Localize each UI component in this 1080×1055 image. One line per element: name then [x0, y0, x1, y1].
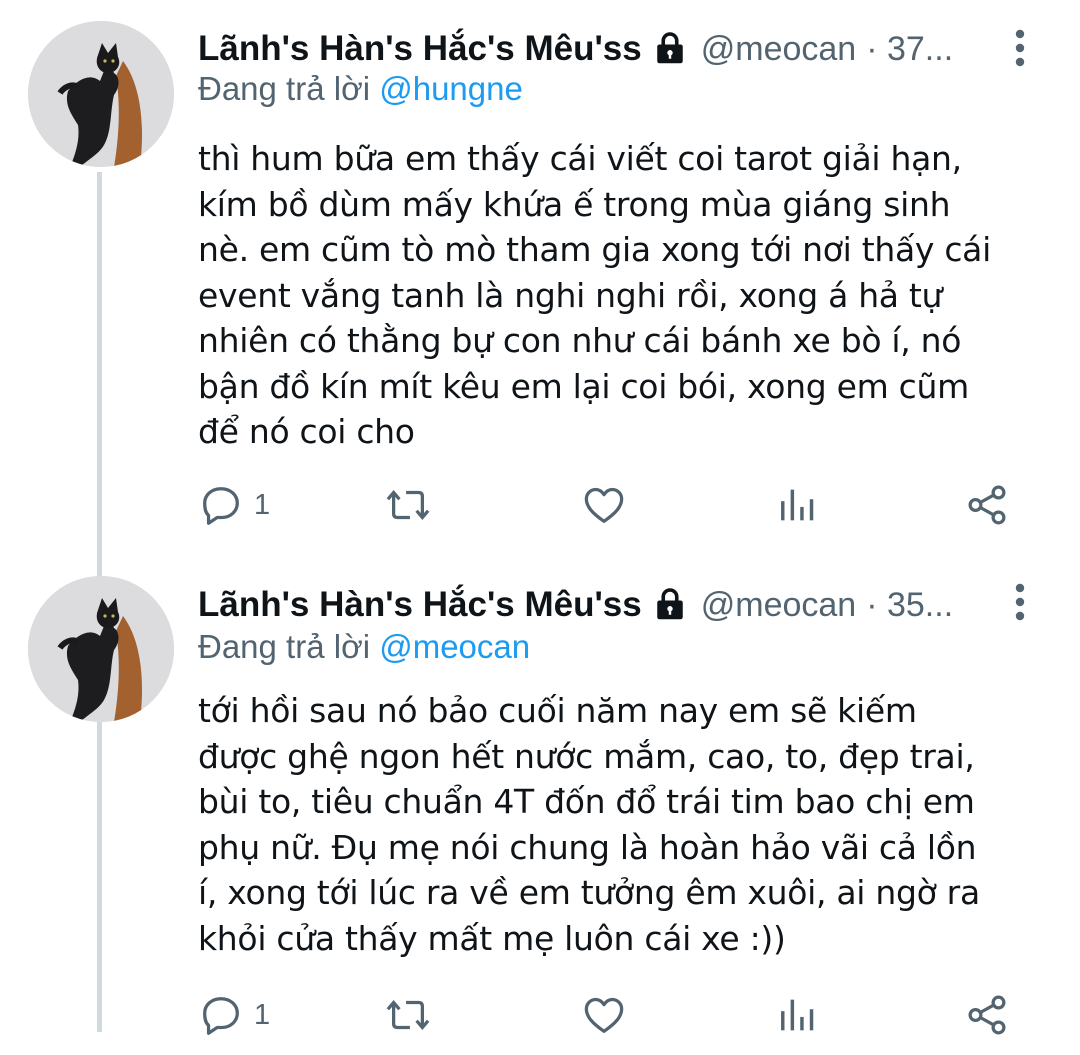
reply-count: 1 [254, 488, 271, 521]
tweet[interactable]: Lãnh's Hàn's Hắc's Mêu'ss @meocan · 35..… [0, 560, 1080, 1055]
replying-to: Đang trả lời @hungne [198, 70, 523, 108]
reply-icon [203, 487, 239, 525]
timestamp[interactable]: · 35... [866, 586, 953, 625]
avatar[interactable] [28, 576, 174, 722]
replying-to-mention[interactable]: @meocan [379, 628, 530, 665]
username-handle[interactable]: @meocan [701, 586, 856, 625]
tweet[interactable]: Lãnh's Hàn's Hắc's Mêu'ss @meocan · 37..… [0, 0, 1080, 560]
retweet-icon [386, 490, 430, 520]
tweet-action-bar: 1 [198, 480, 1028, 530]
like-button[interactable] [581, 480, 627, 530]
reply-button[interactable]: 1 [198, 480, 270, 530]
avatar[interactable] [28, 21, 174, 167]
retweet-button[interactable] [385, 990, 431, 1040]
heart-icon [584, 487, 624, 523]
cat-photo-image [28, 576, 174, 722]
retweet-button[interactable] [385, 480, 431, 530]
display-name[interactable]: Lãnh's Hàn's Hắc's Mêu'ss [198, 585, 642, 625]
more-vertical-icon[interactable] [1005, 582, 1035, 622]
replying-to: Đang trả lời @meocan [198, 628, 530, 666]
views-button[interactable] [773, 480, 819, 530]
lock-icon [656, 32, 683, 64]
username-handle[interactable]: @meocan [701, 30, 856, 69]
replying-to-mention[interactable]: @hungne [379, 70, 523, 107]
like-button[interactable] [581, 990, 627, 1040]
reply-count: 1 [254, 998, 271, 1031]
analytics-icon [781, 999, 814, 1031]
tweet-text: tới hồi sau nó bảo cuối năm nay em sẽ ki… [198, 691, 980, 958]
cat-photo-image [28, 21, 174, 167]
retweet-icon [386, 1000, 430, 1030]
analytics-icon [781, 489, 814, 521]
display-name[interactable]: Lãnh's Hàn's Hắc's Mêu'ss [198, 29, 642, 69]
more-vertical-icon[interactable] [1005, 28, 1035, 68]
replying-to-label: Đang trả lời [198, 628, 371, 665]
views-button[interactable] [773, 990, 819, 1040]
share-icon [968, 995, 1006, 1035]
share-button[interactable] [964, 480, 1010, 530]
share-button[interactable] [964, 990, 1010, 1040]
share-icon [968, 485, 1006, 525]
lock-icon [656, 588, 683, 620]
tweet-text: thì hum bữa em thấy cái viết coi tarot g… [198, 139, 991, 451]
tweet-header: Lãnh's Hàn's Hắc's Mêu'ss @meocan · 35..… [198, 574, 998, 636]
tweet-action-bar: 1 [198, 990, 1028, 1040]
heart-icon [584, 997, 624, 1033]
reply-icon [203, 997, 239, 1035]
replying-to-label: Đang trả lời [198, 70, 371, 107]
reply-button[interactable]: 1 [198, 990, 270, 1040]
timestamp[interactable]: · 37... [866, 30, 953, 69]
